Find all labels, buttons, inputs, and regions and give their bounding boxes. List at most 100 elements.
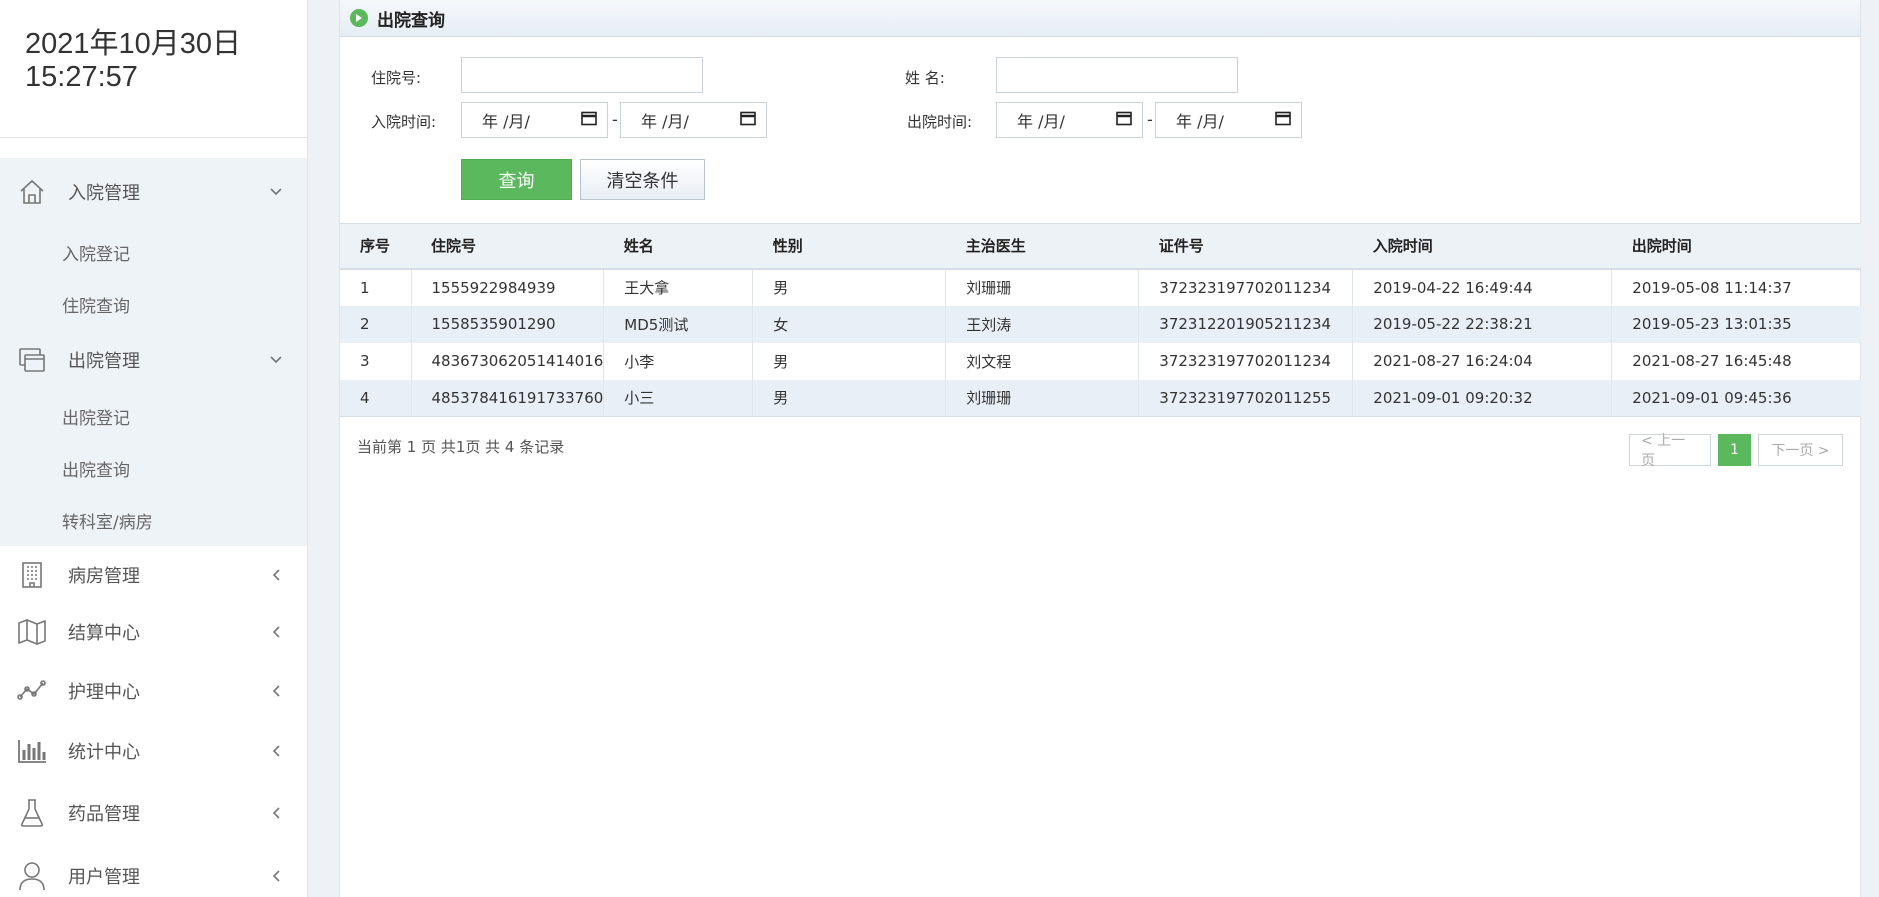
main-panel: 出院查询 住院号: 姓 名: 入院时间: 年 /月/ - 年 /月/ 出院时间:… bbox=[339, 0, 1861, 897]
table-cell: 男 bbox=[752, 268, 947, 306]
bar-chart-icon bbox=[17, 736, 47, 766]
column-header[interactable]: 主治医生 bbox=[945, 223, 1139, 270]
calendar-icon[interactable] bbox=[1116, 110, 1132, 130]
calendar-icon[interactable] bbox=[740, 110, 756, 130]
column-header[interactable]: 姓名 bbox=[603, 223, 753, 270]
menu-label: 统计中心 bbox=[68, 742, 140, 763]
table-cell: 刘珊珊 bbox=[945, 379, 1140, 417]
admit-end-date-input[interactable]: 年 /月/ bbox=[620, 102, 767, 138]
menu-item-admission[interactable]: 入院管理 bbox=[0, 158, 307, 226]
table-header-row: 序号 住院号 姓名 性别 主治医生 证件号 入院时间 出院时间 bbox=[340, 223, 1861, 270]
menu-label: 病房管理 bbox=[68, 566, 140, 587]
table-row[interactable]: 3 483673062051414016 小李 男 刘文程 3723231977… bbox=[340, 342, 1861, 380]
pagination: < 上一页 1 下一页 > bbox=[1629, 433, 1843, 469]
table-cell: 2021-08-27 16:24:04 bbox=[1352, 342, 1613, 380]
column-header[interactable]: 证件号 bbox=[1138, 223, 1353, 270]
discharge-start-date-input[interactable]: 年 /月/ bbox=[996, 102, 1143, 138]
table-cell: 1558535901290 bbox=[411, 305, 605, 343]
building-icon bbox=[17, 560, 47, 590]
chevron-left-icon bbox=[269, 684, 283, 698]
table-cell: 小三 bbox=[603, 379, 754, 417]
table-cell: 2019-05-23 13:01:35 bbox=[1611, 305, 1861, 343]
table-cell: 372323197702011234 bbox=[1138, 268, 1354, 306]
menu-item-ward[interactable]: 病房管理 bbox=[0, 546, 307, 604]
table-cell: 2019-04-22 16:49:44 bbox=[1352, 268, 1613, 306]
table-cell: 1555922984939 bbox=[411, 268, 605, 306]
inpatient-no-input[interactable] bbox=[461, 57, 703, 93]
table-cell: 483673062051414016 bbox=[411, 342, 605, 380]
home-icon bbox=[17, 177, 47, 207]
table-cell: 王大拿 bbox=[603, 268, 754, 306]
clock: 2021年10月30日 15:27:57 bbox=[0, 0, 307, 138]
table-cell: 刘文程 bbox=[945, 342, 1140, 380]
submenu-admission-register[interactable]: 入院登记 bbox=[0, 226, 307, 278]
table-cell: 372323197702011255 bbox=[1138, 379, 1354, 417]
menu-label: 入院管理 bbox=[68, 183, 140, 204]
table-cell: 485378416191733760 bbox=[411, 379, 605, 417]
table-cell: 男 bbox=[752, 379, 947, 417]
calendar-icon[interactable] bbox=[581, 110, 597, 130]
admit-time-label: 入院时间: bbox=[371, 113, 437, 131]
menu-item-statistics[interactable]: 统计中心 bbox=[0, 722, 307, 780]
inpatient-no-label: 住院号: bbox=[371, 69, 422, 87]
map-icon bbox=[17, 617, 47, 647]
discharge-end-date-input[interactable]: 年 /月/ bbox=[1155, 102, 1302, 138]
next-page-button[interactable]: 下一页 > bbox=[1758, 434, 1843, 466]
prev-page-button[interactable]: < 上一页 bbox=[1629, 433, 1711, 469]
query-button[interactable]: 查询 bbox=[461, 159, 572, 200]
table-cell: 王刘涛 bbox=[945, 305, 1140, 343]
name-input[interactable] bbox=[996, 57, 1238, 93]
menu-item-pharmacy[interactable]: 药品管理 bbox=[0, 780, 307, 846]
submenu-transfer-ward[interactable]: 转科室/病房 bbox=[0, 494, 307, 546]
column-header[interactable]: 序号 bbox=[340, 223, 411, 270]
line-chart-icon bbox=[17, 676, 47, 706]
chevron-left-icon bbox=[269, 568, 283, 582]
page-number-button[interactable]: 1 bbox=[1718, 434, 1751, 466]
table-row[interactable]: 2 1558535901290 MD5测试 女 王刘涛 372312201905… bbox=[340, 305, 1861, 343]
date-placeholder: 年 /月/ bbox=[641, 112, 689, 131]
panel-header: 出院查询 bbox=[340, 0, 1860, 37]
column-header[interactable]: 出院时间 bbox=[1611, 223, 1861, 270]
submenu-discharge-register[interactable]: 出院登记 bbox=[0, 390, 307, 442]
table-cell: MD5测试 bbox=[603, 305, 754, 343]
chevron-left-icon bbox=[269, 625, 283, 639]
menu-label: 药品管理 bbox=[68, 804, 140, 825]
discharge-table: 序号 住院号 姓名 性别 主治医生 证件号 入院时间 出院时间 1 155592… bbox=[340, 223, 1861, 417]
table-cell: 3 bbox=[340, 342, 412, 380]
table-cell: 2021-09-01 09:45:36 bbox=[1611, 379, 1861, 417]
menu-item-nursing[interactable]: 护理中心 bbox=[0, 660, 307, 722]
date-placeholder: 年 /月/ bbox=[1017, 112, 1065, 131]
table-cell: 2019-05-08 11:14:37 bbox=[1632, 278, 1792, 297]
table-cell: 男 bbox=[752, 342, 947, 380]
clock-date: 2021年10月30日 bbox=[25, 28, 242, 60]
table-row[interactable]: 1 1555922984939 王大拿 男 刘珊珊 37232319770201… bbox=[340, 268, 1861, 306]
admit-start-date-input[interactable]: 年 /月/ bbox=[461, 102, 608, 138]
menu-item-discharge[interactable]: 出院管理 bbox=[0, 330, 307, 390]
table-cell: 小李 bbox=[603, 342, 754, 380]
menu-item-users[interactable]: 用户管理 bbox=[0, 846, 307, 897]
menu-group-admission: 入院管理 入院登记 住院查询 出院管理 出院登记 出院查询 转科室/病房 bbox=[0, 158, 307, 546]
submenu-inpatient-query[interactable]: 住院查询 bbox=[0, 278, 307, 330]
table-row[interactable]: 4 485378416191733760 小三 男 刘珊珊 3723231977… bbox=[340, 379, 1861, 417]
clear-conditions-button[interactable]: 清空条件 bbox=[580, 159, 705, 200]
table-cell: 1 bbox=[340, 268, 412, 306]
submenu-discharge-query[interactable]: 出院查询 bbox=[0, 442, 307, 494]
range-dash: - bbox=[612, 110, 618, 129]
menu-item-settlement[interactable]: 结算中心 bbox=[0, 604, 307, 660]
page-title: 出院查询 bbox=[377, 10, 445, 31]
column-header[interactable]: 性别 bbox=[752, 223, 946, 270]
calendar-icon[interactable] bbox=[1275, 110, 1291, 130]
date-placeholder: 年 /月/ bbox=[1176, 112, 1224, 131]
table-cell: 刘珊珊 bbox=[945, 268, 1140, 306]
discharge-time-label: 出院时间: bbox=[907, 113, 973, 131]
column-header[interactable]: 住院号 bbox=[411, 223, 604, 270]
table-cell: 女 bbox=[752, 305, 947, 343]
pagination-info: 当前第 1 页 共1页 共 4 条记录 bbox=[357, 438, 565, 456]
windows-icon bbox=[17, 345, 47, 375]
chevron-left-icon bbox=[269, 806, 283, 820]
user-icon bbox=[17, 861, 47, 891]
column-header[interactable]: 入院时间 bbox=[1352, 223, 1612, 270]
sidebar-menu: 入院管理 入院登记 住院查询 出院管理 出院登记 出院查询 转科室/病房 病房管… bbox=[0, 158, 307, 897]
name-label: 姓 名: bbox=[905, 69, 945, 87]
table-cell: 2021-09-01 09:20:32 bbox=[1352, 379, 1613, 417]
